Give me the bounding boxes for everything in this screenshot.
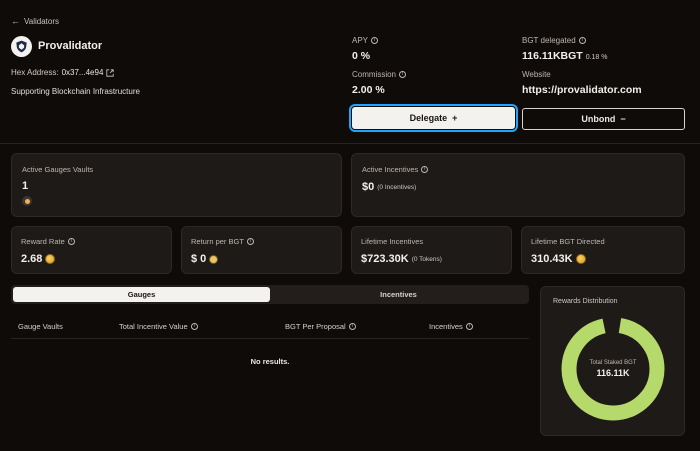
website-label: Website <box>522 70 551 79</box>
shield-logo-icon <box>16 40 27 53</box>
bgt-delegated-value: 116.11KBGT <box>522 50 583 62</box>
active-gauges-value: 1 <box>22 180 29 192</box>
lifetime-incentives-note: (0 Tokens) <box>411 255 442 263</box>
bgt-delegated-stat: BGT delegated i 116.11KBGT 0.18 % <box>522 36 608 62</box>
col-gauge-vaults[interactable]: Gauge Vaults <box>18 322 63 331</box>
delegate-button[interactable]: Delegate + <box>349 104 518 132</box>
active-gauges-card: Active Gauges Vaults 1 <box>11 153 342 217</box>
col-total-incentive-value[interactable]: Total Incentive Value i <box>119 322 198 331</box>
plus-icon: + <box>452 113 458 123</box>
hex-address-row: Hex Address: 0x37...4e94 <box>11 68 114 77</box>
bgt-delegated-percent: 0.18 % <box>585 54 608 61</box>
apy-label: APY <box>352 36 369 45</box>
lifetime-bgt-value: 310.43K <box>531 253 573 265</box>
info-icon[interactable]: i <box>348 323 356 330</box>
info-icon[interactable]: i <box>399 71 407 78</box>
table-header-divider <box>11 338 529 339</box>
col-bgt-per-proposal[interactable]: BGT Per Proposal i <box>285 322 356 331</box>
back-label: Validators <box>24 16 59 26</box>
external-link-icon[interactable] <box>106 68 114 77</box>
unbond-button[interactable]: Unbond − <box>522 108 685 130</box>
return-per-bgt-card: Return per BGT i $ 0 <box>181 226 342 274</box>
info-icon[interactable]: i <box>190 323 198 330</box>
active-incentives-card: Active Incentives i $0 (0 Incentives) <box>351 153 685 217</box>
info-icon[interactable]: i <box>421 166 429 173</box>
reward-rate-value: 2.68 <box>21 253 43 265</box>
empty-table-message: No results. <box>250 357 290 366</box>
commission-label: Commission <box>352 70 397 79</box>
lifetime-incentives-label: Lifetime Incentives <box>361 237 424 246</box>
info-icon[interactable]: i <box>371 37 379 44</box>
arrow-left-icon: ← <box>11 16 20 26</box>
section-divider <box>0 143 700 144</box>
lifetime-incentives-value: $723.30K <box>361 253 409 265</box>
tab-gauges[interactable]: Gauges <box>13 287 270 302</box>
active-incentives-value: $0 <box>362 181 375 193</box>
back-to-validators-link[interactable]: ← Validators <box>11 16 59 26</box>
validator-description: Supporting Blockchain Infrastructure <box>11 87 140 96</box>
rewards-distribution-card: Rewards Distribution Total Staked BGT 11… <box>540 286 685 436</box>
info-icon[interactable]: i <box>67 238 75 245</box>
donut-center: Total Staked BGT 116.11K <box>560 316 666 422</box>
lifetime-bgt-card: Lifetime BGT Directed 310.43K <box>521 226 685 274</box>
validator-name: Provalidator <box>38 40 103 52</box>
commission-value: 2.00 % <box>352 84 385 96</box>
lifetime-bgt-label: Lifetime BGT Directed <box>531 237 605 246</box>
validator-logo <box>11 36 32 57</box>
reward-rate-card: Reward Rate i 2.68 <box>11 226 172 274</box>
apy-stat: APY i 0 % <box>352 36 379 62</box>
hex-address-value[interactable]: 0x37...4e94 <box>62 68 104 77</box>
vault-token-icon[interactable] <box>22 196 32 206</box>
unbond-label: Unbond <box>581 114 616 124</box>
info-icon[interactable]: i <box>465 323 473 330</box>
bgt-delegated-label: BGT delegated <box>522 36 576 45</box>
lifetime-incentives-card: Lifetime Incentives $723.30K (0 Tokens) <box>351 226 512 274</box>
active-gauges-label: Active Gauges Vaults <box>22 165 94 174</box>
donut-center-label: Total Staked BGT <box>589 360 637 366</box>
active-incentives-note: (0 Incentives) <box>377 183 417 191</box>
bgt-token-icon <box>575 254 586 264</box>
website-link[interactable]: https://provalidator.com <box>522 84 642 96</box>
donut-center-value: 116.11K <box>596 368 630 378</box>
bgt-token-icon <box>45 254 56 264</box>
delegate-label: Delegate <box>409 113 448 123</box>
return-per-bgt-label: Return per BGT <box>191 237 244 246</box>
website-stat: Website https://provalidator.com <box>522 70 642 96</box>
return-per-bgt-value: $ 0 <box>191 253 207 265</box>
commission-stat: Commission i 2.00 % <box>352 70 407 96</box>
gauges-incentives-tabs: Gauges Incentives <box>11 285 529 304</box>
hex-address-label: Hex Address: <box>11 68 59 77</box>
active-incentives-label: Active Incentives <box>362 165 419 174</box>
info-icon[interactable]: i <box>246 238 254 245</box>
honey-token-icon <box>209 254 219 264</box>
info-icon[interactable]: i <box>578 37 586 44</box>
col-incentives[interactable]: Incentives i <box>429 322 473 331</box>
apy-value: 0 % <box>352 50 371 62</box>
reward-rate-label: Reward Rate <box>21 237 65 246</box>
tab-incentives[interactable]: Incentives <box>270 287 527 302</box>
rewards-distribution-title: Rewards Distribution <box>553 298 618 305</box>
minus-icon: − <box>620 114 626 124</box>
